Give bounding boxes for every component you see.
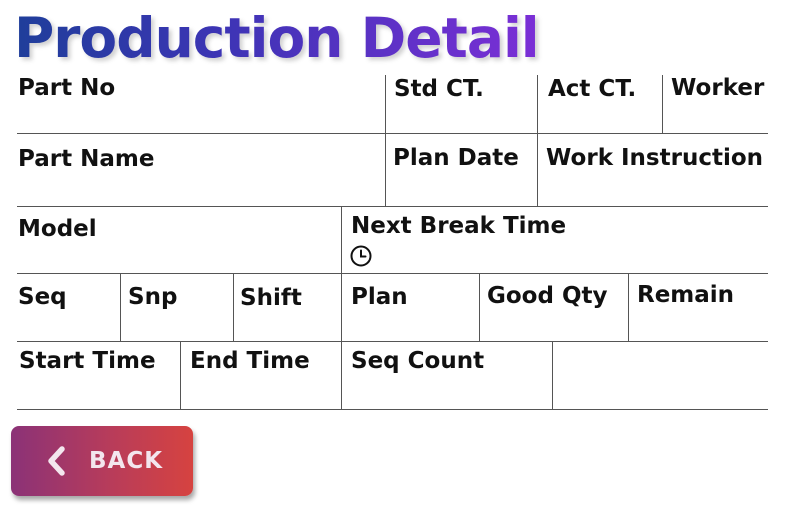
part-name-label: Part Name (18, 146, 155, 172)
start-time-label: Start Time (19, 348, 156, 374)
back-button-label: BACK (89, 448, 164, 474)
column-divider (479, 274, 480, 341)
column-divider (180, 342, 181, 409)
next-break-time-label: Next Break Time (351, 213, 567, 239)
seq-label: Seq (18, 284, 67, 310)
act-ct-label: Act CT. (548, 76, 637, 102)
page-title: Production Detail (14, 6, 540, 70)
snp-label: Snp (128, 284, 178, 310)
column-divider (120, 274, 121, 341)
seq-count-label: Seq Count (351, 348, 485, 374)
plan-date-label: Plan Date (393, 145, 519, 171)
column-divider (385, 75, 386, 133)
row-divider (17, 341, 768, 342)
worker-label: Worker (671, 75, 765, 101)
part-no-label: Part No (18, 75, 116, 101)
chevron-left-icon (48, 446, 65, 476)
shift-label: Shift (240, 285, 302, 311)
row-divider (17, 206, 768, 207)
row-divider (17, 273, 768, 274)
clock-icon (350, 245, 372, 267)
column-divider (537, 75, 538, 133)
work-instruction-label: Work Instruction (546, 145, 764, 171)
column-divider (341, 342, 342, 409)
column-divider (385, 134, 386, 206)
column-divider (628, 274, 629, 341)
model-label: Model (18, 216, 97, 242)
column-divider (341, 274, 342, 341)
row-divider (17, 133, 768, 134)
plan-label: Plan (351, 284, 408, 310)
good-qty-label: Good Qty (487, 283, 608, 309)
remain-label: Remain (637, 282, 735, 308)
column-divider (552, 342, 553, 409)
column-divider (341, 207, 342, 273)
std-ct-label: Std CT. (394, 76, 484, 102)
back-button[interactable]: BACK (11, 426, 193, 496)
column-divider (233, 274, 234, 341)
column-divider (537, 134, 538, 206)
column-divider (662, 75, 663, 133)
end-time-label: End Time (190, 348, 310, 374)
row-divider (17, 409, 768, 410)
